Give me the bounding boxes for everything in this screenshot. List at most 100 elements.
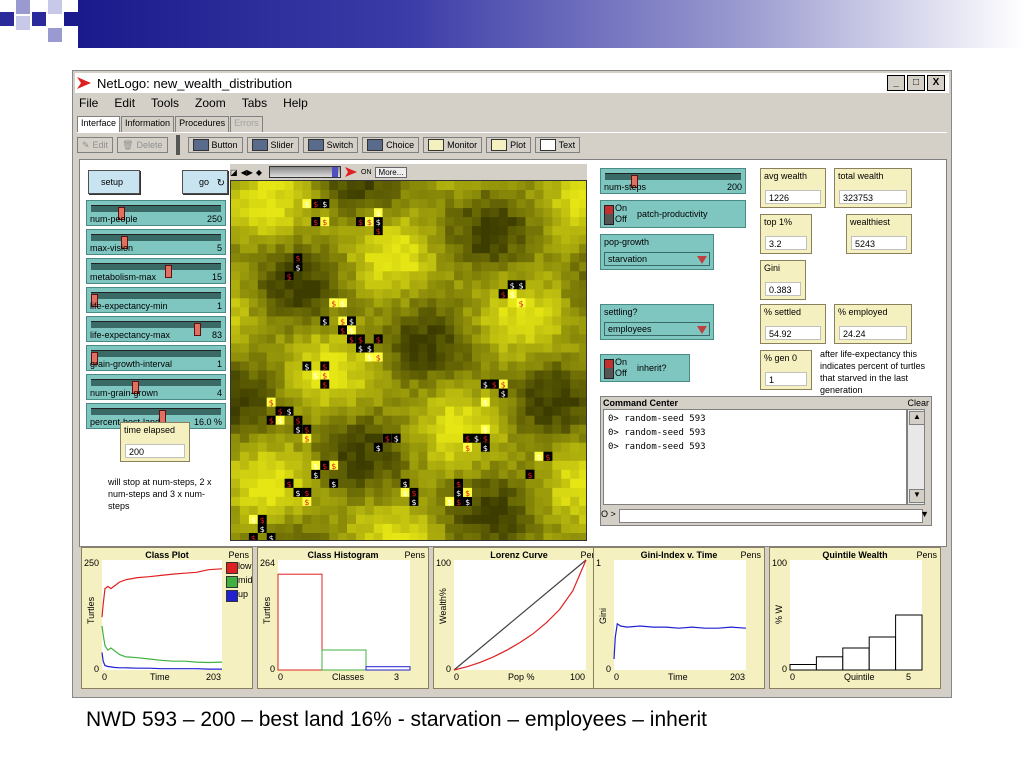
switch-off-label: Off [615,214,627,224]
scroll-down-icon[interactable]: ▼ [909,489,925,503]
svg-text:$: $ [331,462,336,471]
inherit-switch[interactable]: On Off inherit? [600,354,690,382]
slider-max-vision[interactable]: max-vision 5 [86,229,226,255]
deco-square [32,12,46,26]
chevron-down-icon[interactable]: ▼ [920,509,929,519]
speed-slider[interactable] [269,166,342,178]
add-choice-button[interactable]: Choice [362,137,420,153]
svg-text:$: $ [501,381,506,390]
gini-index-plot: Gini-Index v. Time Pens 1 0 0 203 Time Gini [593,547,765,689]
slider-track [91,379,221,394]
deco-square [16,0,30,14]
add-slider-button[interactable]: Slider [246,137,299,153]
svg-text:$: $ [483,435,488,444]
slider-value: 15 [211,272,222,282]
add-text-button[interactable]: Text [534,137,581,153]
tab-errors[interactable]: Errors [230,116,263,132]
maximize-button[interactable]: □ [907,75,925,91]
tab-procedures[interactable]: Procedures [175,116,230,132]
pop-growth-chooser[interactable]: pop-growth starvation [600,234,714,270]
svg-text:$: $ [367,345,372,354]
pop-growth-value[interactable]: starvation [604,252,710,266]
edit-button[interactable]: ✎ Edit [77,137,114,153]
svg-text:$: $ [340,317,345,326]
svg-text:$: $ [322,317,327,326]
scroll-up-icon[interactable]: ▲ [909,411,925,425]
slider-label: grain-growth-interval [90,359,173,369]
svg-text:$: $ [483,399,488,408]
svg-text:$: $ [313,471,318,480]
add-monitor-button[interactable]: Monitor [423,137,483,153]
slider-value: 1 [216,359,222,369]
menu-tools[interactable]: Tools [149,96,181,112]
x-min-label: 0 [454,672,460,682]
go-button[interactable]: go ↻ [182,170,228,194]
time-elapsed-monitor: time elapsed 200 [120,422,190,462]
slider-life-expectancy-min[interactable]: life-expectancy-min 1 [86,287,226,313]
switch-toggle-icon[interactable] [604,359,614,379]
minimize-button[interactable]: _ [887,75,905,91]
tab-information[interactable]: Information [121,116,175,132]
bar-3 [842,647,870,671]
plot-widget-icon [491,139,508,151]
svg-text:$: $ [287,480,292,489]
inherit-label: inherit? [637,363,667,373]
toolbar: ✎ Edit 🗑 Delete Button Slider Switch Choic… [77,132,947,157]
bar-2 [815,656,844,671]
world-view[interactable]: $ $ $ $ $ $ $ $ $ $ $ $ $ $ $ $ $ $ $ $ $ $ $ $ $ $ $ $ $ $ $ $ $ $ $ $ $ $ $ $… [230,180,587,541]
y-min-label: 0 [606,664,612,674]
tab-interface[interactable]: Interface [77,116,121,132]
patch-productivity-switch[interactable]: On Off patch-productivity [600,200,746,228]
svg-text:$: $ [465,435,470,444]
slider-life-expectancy-max[interactable]: life-expectancy-max 83 [86,316,226,342]
svg-text:$: $ [340,326,345,335]
slider-grain-growth-interval[interactable]: grain-growth-interval 1 [86,345,226,371]
menu-zoom[interactable]: Zoom [193,96,228,112]
slider-knob[interactable] [165,265,173,278]
svg-text:$: $ [269,417,274,426]
add-switch-button[interactable]: Switch [302,137,359,153]
slider-value: 83 [211,330,222,340]
slider-metabolism-max[interactable]: metabolism-max 15 [86,258,226,284]
menu-file[interactable]: File [77,96,100,112]
slider-num-grain-grown[interactable]: num-grain-grown 4 [86,374,226,400]
menu-edit[interactable]: Edit [112,96,137,112]
view-updates-switch[interactable]: ON [361,169,372,176]
gini-label: Gini [764,263,781,273]
monitor-widget-icon [428,139,445,151]
close-button[interactable]: X [927,75,945,91]
slider-num-people[interactable]: num-people 250 [86,200,226,226]
clear-button[interactable]: Clear [907,398,929,408]
menu-tabs[interactable]: Tabs [240,96,269,112]
bar-5 [895,614,923,671]
command-center-title: Command Center [603,398,679,408]
slider-knob[interactable] [193,323,201,336]
more-button[interactable]: More... [374,166,408,178]
slider-value: 1 [216,301,222,311]
svg-text:$: $ [260,516,265,525]
time-elapsed-value: 200 [125,444,185,458]
command-input[interactable] [619,509,923,523]
chevron-down-icon[interactable] [697,256,707,264]
setup-button[interactable]: setup [88,170,140,194]
x-max-label: 3 [394,672,400,682]
command-output[interactable]: 0> random-seed 593 0> random-seed 593 0>… [603,409,907,505]
num-steps-label: num-steps [604,182,647,192]
switch-toggle-icon[interactable] [604,205,614,225]
bar-mid [321,649,367,671]
num-steps-slider[interactable]: num-steps 200 [600,168,746,194]
x-min-label: 0 [614,672,620,682]
y-max-label: 1 [596,558,602,568]
gini-monitor: Gini 0.383 [760,260,806,300]
chevron-down-icon[interactable] [697,326,707,334]
add-plot-button[interactable]: Plot [486,137,531,153]
add-button-button[interactable]: Button [187,137,243,153]
speed-slider-knob[interactable] [332,167,339,177]
play-arrow-icon [345,167,358,177]
output-scrollbar[interactable]: ▲ ▼ [907,409,925,505]
life-expectancy-note: after life-expectancy this indicates per… [820,349,926,395]
settling-chooser[interactable]: settling? employees [600,304,714,340]
delete-button[interactable]: 🗑 Delete [117,137,168,153]
settling-value[interactable]: employees [604,322,710,336]
menu-help[interactable]: Help [281,96,310,112]
